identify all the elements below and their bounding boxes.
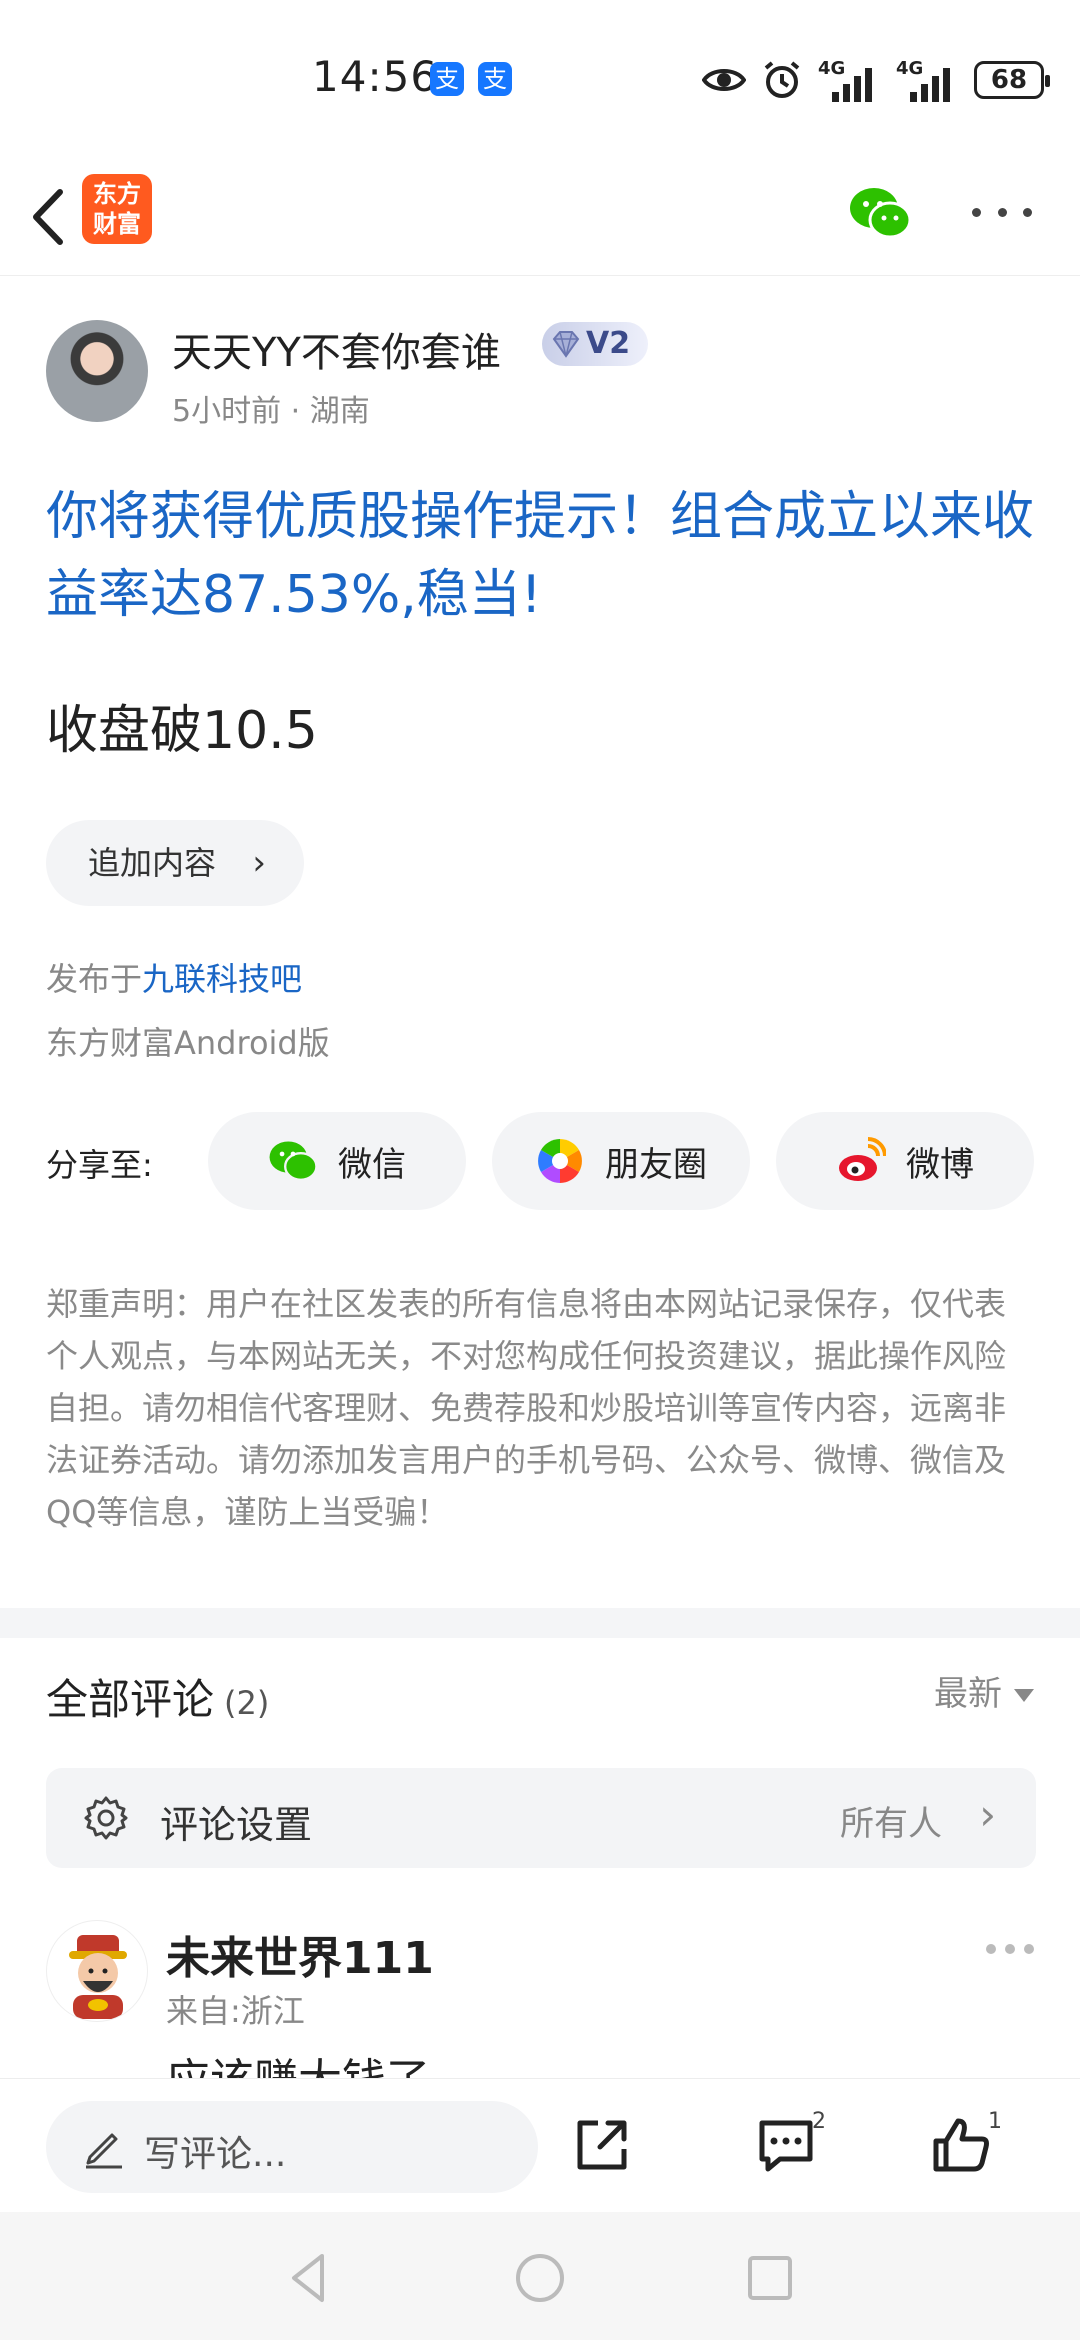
share-wechat-button[interactable]: 微信 — [208, 1112, 466, 1210]
write-comment-input[interactable]: 写评论... — [46, 2101, 538, 2193]
dot-icon — [972, 207, 981, 217]
alipay-icon: 支 — [478, 62, 512, 96]
post-body: 收盘破10.5 — [46, 701, 318, 761]
share-moments-button[interactable]: 朋友圈 — [492, 1112, 750, 1210]
bottom-action-bar: 写评论... 2 1 — [0, 2078, 1080, 2212]
nav-home-icon[interactable] — [510, 2248, 570, 2308]
status-icons: 4G 4G 68 — [702, 58, 1050, 102]
commenter-name[interactable]: 未来世界111 — [166, 1922, 434, 1986]
comment-icon[interactable] — [754, 2113, 818, 2177]
dot-icon — [986, 1944, 996, 1954]
top-nav: 东方 财富 — [0, 160, 1080, 276]
diamond-icon — [552, 331, 580, 358]
app-logo[interactable]: 东方 财富 — [82, 174, 152, 244]
dot-icon — [1005, 1944, 1015, 1954]
share-icon[interactable] — [570, 2113, 634, 2177]
commenter-avatar[interactable] — [46, 1920, 148, 2022]
comments-count: (2) — [224, 1684, 270, 1722]
thumbs-up-icon[interactable] — [930, 2113, 994, 2177]
signal-icon: 4G — [896, 58, 960, 102]
gear-icon — [84, 1796, 128, 1840]
comments-heading: 全部评论 (2) — [46, 1675, 270, 1724]
status-time: 14:56 — [312, 52, 439, 101]
comment-more-button[interactable] — [986, 1944, 1034, 1958]
dot-icon — [1023, 207, 1032, 217]
status-bar: 14:56 支 支 4G 4G 68 — [0, 0, 1080, 160]
caret-down-icon — [1014, 1689, 1034, 1702]
comment-text: 应该赚大钱了 — [166, 2044, 430, 2080]
chevron-right-icon: › — [252, 843, 266, 883]
disclaimer-text: 郑重声明：用户在社区发表的所有信息将由本网站记录保存，仅代表个人观点，与本网站无… — [46, 1285, 1007, 1531]
post-title[interactable]: 你将获得优质股操作提示！组合成立以来收益率达87.53%,稳当! — [46, 478, 1036, 634]
battery-indicator: 68 — [974, 61, 1050, 99]
nav-recents-icon[interactable] — [740, 2248, 800, 2308]
published-in: 发布于九联科技吧 — [46, 960, 303, 998]
author-name[interactable]: 天天YY不套你套谁 — [172, 320, 501, 378]
level-badge: V2 — [542, 322, 648, 366]
moments-icon — [538, 1139, 582, 1183]
forum-link[interactable]: 九联科技吧 — [142, 960, 302, 998]
append-content-button[interactable]: 追加内容 › — [46, 820, 304, 906]
commenter-location: 来自:浙江 — [166, 1992, 305, 2030]
nav-back-icon[interactable] — [280, 2248, 340, 2308]
alipay-icon: 支 — [430, 62, 464, 96]
comment-settings-label: 评论设置 — [160, 1803, 313, 1847]
wechat-share-icon[interactable] — [848, 184, 912, 242]
system-nav-bar — [0, 2212, 1080, 2340]
dot-icon — [1024, 1944, 1034, 1954]
comment-count-badge: 2 — [812, 2109, 826, 2134]
dot-icon — [997, 207, 1007, 217]
back-icon[interactable] — [22, 182, 82, 252]
signal-icon: 4G — [818, 58, 882, 102]
pencil-icon — [86, 2133, 122, 2169]
comment-settings-value: 所有人 — [840, 1804, 942, 1844]
wechat-icon — [269, 1141, 318, 1181]
client-source: 东方财富Android版 — [46, 1024, 330, 1062]
god-of-wealth-avatar-icon — [69, 1935, 127, 2019]
chevron-right-icon: › — [979, 1790, 996, 1839]
author-avatar[interactable] — [46, 320, 148, 422]
eye-icon — [702, 69, 746, 91]
share-label: 分享至: — [46, 1146, 153, 1184]
post-meta: 5小时前 · 湖南 — [172, 394, 370, 429]
alarm-icon — [764, 61, 800, 98]
section-divider — [0, 1608, 1080, 1638]
more-options-button[interactable] — [972, 200, 1032, 224]
comment-settings-row[interactable]: 评论设置 所有人 › — [46, 1768, 1036, 1868]
share-weibo-button[interactable]: 微博 — [776, 1112, 1034, 1210]
weibo-icon — [839, 1137, 886, 1181]
like-count-badge: 1 — [988, 2109, 1002, 2134]
sort-dropdown[interactable]: 最新 — [934, 1666, 1034, 1715]
